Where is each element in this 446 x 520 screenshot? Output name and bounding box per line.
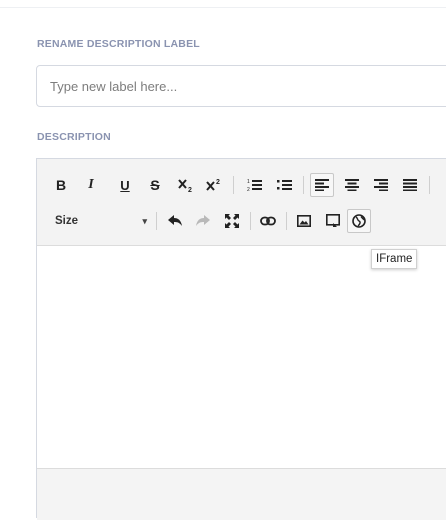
- italic-button[interactable]: I: [81, 174, 101, 196]
- bulleted-list-icon: [277, 180, 292, 190]
- svg-text:2: 2: [188, 187, 192, 193]
- align-center-icon: [345, 179, 359, 191]
- align-left-icon: [315, 179, 329, 191]
- align-center-button[interactable]: [341, 174, 363, 196]
- toolbar-separator: [303, 176, 304, 194]
- font-size-label: Size: [55, 215, 79, 227]
- toolbar-separator: [286, 212, 287, 230]
- toolbar-separator: [429, 176, 430, 194]
- toolbar-separator: [233, 176, 234, 194]
- svg-text:1: 1: [247, 179, 250, 185]
- image-icon: [297, 215, 311, 227]
- italic-icon: I: [88, 177, 94, 192]
- underline-icon: U: [120, 177, 130, 193]
- superscript-icon: 2: [206, 179, 220, 191]
- rename-label-input[interactable]: [36, 65, 446, 107]
- editor-content-area[interactable]: [37, 246, 446, 468]
- maximize-button[interactable]: [221, 210, 243, 232]
- svg-text:2: 2: [216, 179, 220, 186]
- redo-icon: [196, 215, 210, 226]
- editor-statusbar: [37, 468, 446, 520]
- media-button[interactable]: [322, 210, 344, 232]
- top-divider: [0, 7, 446, 8]
- svg-text:2: 2: [247, 187, 250, 192]
- undo-icon: [168, 215, 182, 226]
- image-button[interactable]: [293, 210, 315, 232]
- iframe-button[interactable]: [347, 209, 371, 233]
- maximize-icon: [225, 214, 239, 228]
- underline-button[interactable]: U: [115, 174, 135, 196]
- align-right-button[interactable]: [370, 174, 392, 196]
- iframe-tooltip: IFrame: [371, 249, 418, 269]
- description-label: DESCRIPTION: [37, 131, 111, 143]
- media-icon: [326, 214, 340, 227]
- chevron-down-icon: ▾: [142, 215, 147, 226]
- justify-button[interactable]: [399, 174, 421, 196]
- numbered-list-icon: 1 2: [247, 179, 262, 192]
- link-button[interactable]: [257, 210, 279, 232]
- strikethrough-button[interactable]: S: [145, 174, 165, 196]
- font-size-select[interactable]: Size ▾: [55, 210, 147, 232]
- iframe-icon: [352, 214, 366, 228]
- numbered-list-button[interactable]: 1 2: [244, 174, 266, 196]
- strikethrough-icon: S: [150, 177, 160, 193]
- link-icon: [260, 216, 276, 226]
- bold-button[interactable]: B: [51, 174, 71, 196]
- bulleted-list-button[interactable]: [274, 174, 296, 196]
- superscript-button[interactable]: 2: [203, 174, 225, 196]
- undo-button[interactable]: [164, 210, 186, 232]
- subscript-button[interactable]: 2: [175, 174, 197, 196]
- subscript-icon: 2: [178, 179, 192, 193]
- align-right-icon: [374, 179, 388, 191]
- rename-label: RENAME DESCRIPTION LABEL: [37, 38, 200, 50]
- rich-text-editor: B I U S 2 2 1 2 Size ▾: [36, 158, 446, 520]
- toolbar-separator: [250, 212, 251, 230]
- bold-icon: B: [55, 177, 67, 193]
- editor-toolbar: B I U S 2 2 1 2 Size ▾: [37, 159, 446, 246]
- toolbar-separator: [156, 212, 157, 230]
- align-left-button[interactable]: [310, 173, 334, 197]
- justify-icon: [403, 179, 417, 191]
- redo-button[interactable]: [192, 210, 214, 232]
